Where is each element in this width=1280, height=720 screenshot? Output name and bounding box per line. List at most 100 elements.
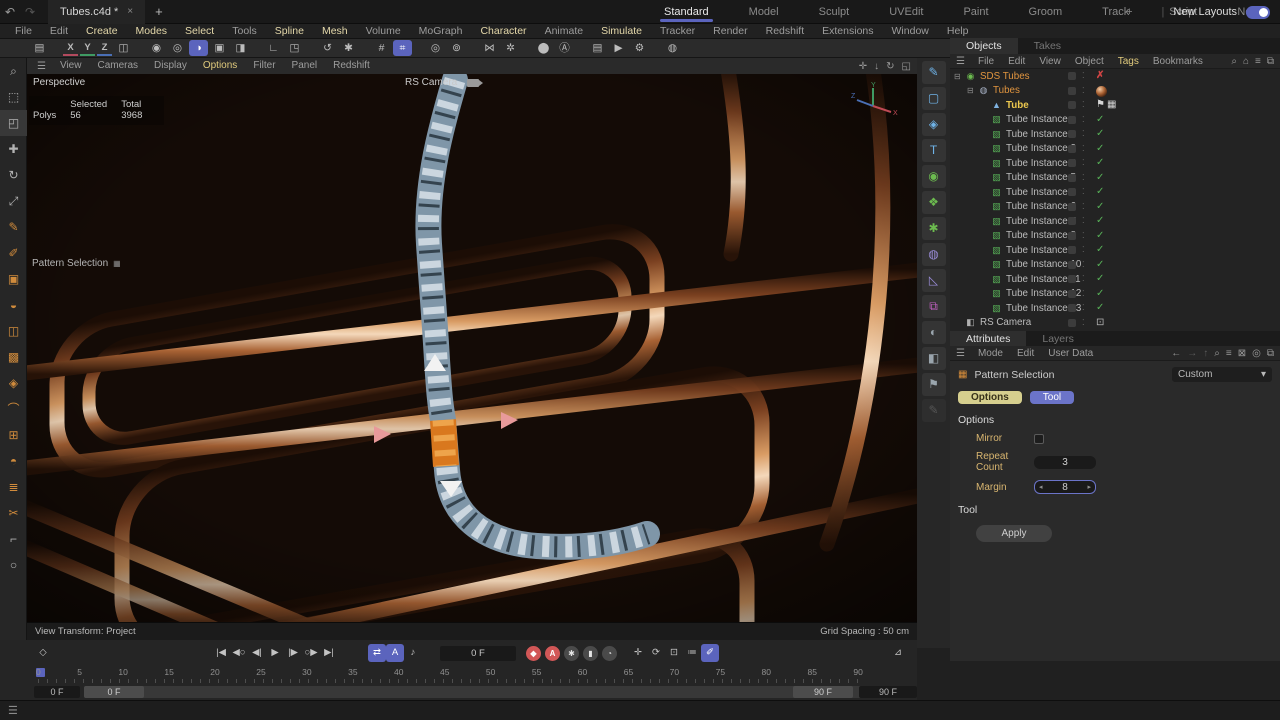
state-tag[interactable]: ✓ <box>1096 287 1104 302</box>
workplane-icon[interactable]: ◫ <box>114 40 133 56</box>
visibility-dots[interactable]: ⁚ <box>1082 272 1085 287</box>
play-button[interactable]: ▶ <box>266 644 284 662</box>
om-menu-tags[interactable]: Tags <box>1111 54 1146 69</box>
vp-menu-display[interactable]: Display <box>146 58 195 74</box>
next-frame-button[interactable]: |▶ <box>284 644 302 662</box>
pan-view-icon[interactable]: ✛ <box>859 61 867 72</box>
knife-tool-icon[interactable]: ✂ <box>0 500 27 526</box>
layout-tab-groom[interactable]: Groom <box>1009 0 1083 24</box>
repeat-count-field[interactable]: 3 <box>1034 456 1096 469</box>
enable-toggle[interactable] <box>1068 87 1076 95</box>
back-arrow-icon[interactable]: ← <box>1171 348 1181 359</box>
enable-toggle[interactable] <box>1068 246 1076 254</box>
object-row[interactable]: ▧ Tube Instance ⁚ ✓ <box>950 113 1280 128</box>
visibility-dots[interactable]: ⁚ <box>1082 69 1085 84</box>
attr-menu-mode[interactable]: Mode <box>971 346 1010 361</box>
axis-mode-icon[interactable]: ∟ <box>264 40 283 56</box>
enable-toggle[interactable] <box>1068 304 1076 312</box>
sculpt-pen-icon[interactable]: ✐ <box>0 240 27 266</box>
text-spline-icon[interactable]: T <box>922 139 946 162</box>
menu-create[interactable]: Create <box>77 24 127 39</box>
object-row[interactable]: ▧ Tube Instance.8 ⁚ ✓ <box>950 229 1280 244</box>
menu-mesh[interactable]: Mesh <box>313 24 357 39</box>
find-icon[interactable]: ⌕ <box>0 58 27 84</box>
up-arrow-icon[interactable]: ↑ <box>1203 348 1208 359</box>
filter-icon[interactable]: ≡ <box>1226 348 1232 359</box>
search-icon[interactable]: ⌕ <box>1231 56 1237 67</box>
menu-select[interactable]: Select <box>176 24 223 39</box>
margin-stepper[interactable]: ◂ 8 ▸ <box>1034 480 1096 494</box>
texture-mode-icon[interactable]: ◑ <box>189 40 208 56</box>
snap-toggle-icon[interactable]: # <box>372 40 391 56</box>
object-row[interactable]: ▧ Tube Instance.3 ⁚ ✓ <box>950 142 1280 157</box>
state-tag[interactable]: ✓ <box>1096 127 1104 142</box>
points-mode-icon[interactable]: ▣ <box>210 40 229 56</box>
state-tag[interactable]: ✓ <box>1096 229 1104 244</box>
move-tool-icon[interactable]: ✚ <box>0 136 27 162</box>
object-row[interactable]: ▧ Tube Instance.13 ⁚ ✓ <box>950 301 1280 316</box>
stepper-left-icon[interactable]: ◂ <box>1039 483 1043 491</box>
tab-takes[interactable]: Takes <box>1018 38 1077 54</box>
menu-window[interactable]: Window <box>883 24 938 39</box>
vp-menu-panel[interactable]: Panel <box>284 58 326 74</box>
attr-burger-icon[interactable]: ☰ <box>956 348 965 359</box>
state-tag[interactable]: ✓ <box>1096 113 1104 128</box>
tab-layers[interactable]: Layers <box>1026 331 1090 346</box>
snap-center-icon[interactable]: ◎ <box>426 40 445 56</box>
preset-dropdown[interactable]: Custom ▾ <box>1172 367 1272 382</box>
visibility-dots[interactable]: ⁚ <box>1082 84 1085 99</box>
mirror-tool-icon[interactable]: ⋈ <box>480 40 499 56</box>
fcurve-editor-icon[interactable]: ⊿ <box>889 644 907 662</box>
om-menu-edit[interactable]: Edit <box>1001 54 1032 69</box>
snap-target-icon[interactable]: ⊚ <box>447 40 466 56</box>
prev-frame-button[interactable]: ◀| <box>248 644 266 662</box>
vp-menu-view[interactable]: View <box>52 58 90 74</box>
subdivision-surface-icon[interactable]: ◉ <box>922 165 946 188</box>
sound-button[interactable]: ♪ <box>404 644 422 662</box>
enable-toggle[interactable] <box>1068 232 1076 240</box>
om-menu-file[interactable]: File <box>971 54 1001 69</box>
state-tag[interactable]: ✓ <box>1096 185 1104 200</box>
expand-toggle[interactable]: ⊟ <box>954 72 964 81</box>
timeline-ruler[interactable]: 051015202530354045505560657075808590 <box>38 667 865 683</box>
ring-tool-icon[interactable]: ○ <box>0 552 27 578</box>
menu-character[interactable]: Character <box>471 24 535 39</box>
state-tag[interactable]: ✓ <box>1096 301 1104 316</box>
rotate-tool-icon[interactable]: ↻ <box>0 162 27 188</box>
state-tag[interactable]: ✓ <box>1096 243 1104 258</box>
menu-edit[interactable]: Edit <box>41 24 77 39</box>
pin-icon[interactable]: ◎ <box>1252 348 1261 359</box>
enable-toggle[interactable] <box>1068 101 1076 109</box>
visibility-dots[interactable]: ⁚ <box>1082 171 1085 186</box>
texture-axis-icon[interactable]: ◳ <box>285 40 304 56</box>
state-tag[interactable] <box>1096 86 1107 97</box>
search-icon[interactable]: ⌕ <box>1214 348 1220 359</box>
maximize-view-icon[interactable]: ◱ <box>902 61 911 72</box>
keyframe-filter-button[interactable]: ✐ <box>701 644 719 662</box>
redo-icon[interactable]: ↷ <box>20 5 40 19</box>
object-row[interactable]: ▧ Tube Instance.12 ⁚ ✓ <box>950 287 1280 302</box>
uv-lock-icon[interactable]: ⊞ <box>0 422 27 448</box>
menu-redshift[interactable]: Redshift <box>757 24 814 39</box>
menu-volume[interactable]: Volume <box>357 24 410 39</box>
new-layouts-toggle[interactable] <box>1246 6 1270 19</box>
quantize-toggle-icon[interactable]: ⌗ <box>393 40 412 56</box>
stepper-right-icon[interactable]: ▸ <box>1087 483 1091 491</box>
redshift-renderview-button[interactable]: ◍ <box>663 40 682 56</box>
status-burger-icon[interactable]: ☰ <box>8 704 18 717</box>
new-document-button[interactable]: + <box>155 4 163 19</box>
attr-menu-edit[interactable]: Edit <box>1010 346 1041 361</box>
object-row[interactable]: ◧ RS Camera ⁚ ⊡ <box>950 316 1280 331</box>
layout-tab-standard[interactable]: Standard <box>644 0 729 24</box>
om-burger-icon[interactable]: ☰ <box>956 56 965 67</box>
tab-attributes[interactable]: Attributes <box>950 331 1026 346</box>
popout-icon[interactable]: ⧉ <box>1267 348 1274 359</box>
arch-tool-icon[interactable]: ⌒ <box>0 396 27 422</box>
margin-value[interactable]: 8 <box>1062 482 1068 493</box>
close-tab-icon[interactable]: × <box>127 6 133 17</box>
record-scale-button[interactable]: ▮ <box>583 646 598 661</box>
enable-toggle[interactable] <box>1068 319 1076 327</box>
current-frame-field[interactable]: 0 F <box>440 646 516 661</box>
vp-menu-cameras[interactable]: Cameras <box>89 58 146 74</box>
state-tag[interactable]: ✓ <box>1096 214 1104 229</box>
